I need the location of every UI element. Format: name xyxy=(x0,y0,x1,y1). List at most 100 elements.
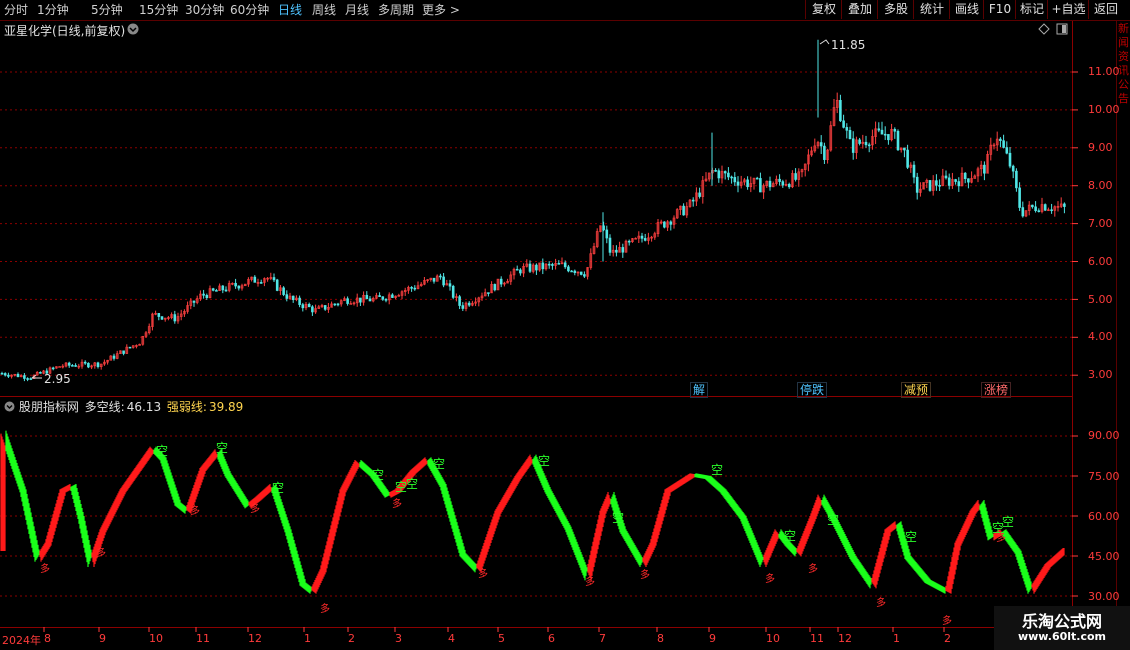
candle-body xyxy=(39,372,42,374)
candle-body xyxy=(307,303,311,308)
candle-body xyxy=(640,235,644,239)
candle-body xyxy=(880,129,884,135)
candle-body xyxy=(499,278,503,285)
kong-signal: 空 xyxy=(538,454,550,468)
duo-signal: 多 xyxy=(942,614,952,627)
candle-body xyxy=(755,177,759,180)
date-tick: 9 xyxy=(709,632,716,645)
candle-body xyxy=(272,277,276,281)
indicator-tick: 75.00 xyxy=(1088,470,1120,483)
candle-body xyxy=(727,172,730,178)
price-tick: 10.00 xyxy=(1088,103,1120,116)
candle-body xyxy=(234,282,237,287)
candle-body xyxy=(458,296,461,306)
candle-body xyxy=(698,192,701,197)
candle-body xyxy=(83,361,87,364)
duokong-value: 46.13 xyxy=(126,400,162,414)
duo-signal: 多 xyxy=(392,497,402,510)
candle-body xyxy=(746,179,749,188)
indicator-tick: 30.00 xyxy=(1088,590,1120,603)
kong-signal: 空 xyxy=(433,457,445,471)
candle-body xyxy=(1037,210,1041,212)
candle-body xyxy=(823,145,826,160)
candle-body xyxy=(157,313,161,317)
candle-body xyxy=(839,99,842,122)
event-marker-unlock[interactable]: 解 xyxy=(690,382,709,398)
event-marker-limit-down[interactable]: 停跌 xyxy=(797,382,828,398)
candle-body xyxy=(983,164,986,174)
candle-body xyxy=(448,283,452,287)
candle-body xyxy=(579,271,583,275)
min-price-label: 2.95 xyxy=(44,372,71,386)
candle-body xyxy=(1005,147,1009,154)
candle-body xyxy=(957,181,961,187)
candle-body xyxy=(858,139,861,144)
candle-body xyxy=(224,289,228,292)
candle-body xyxy=(432,277,436,282)
date-tick: 4 xyxy=(448,632,455,645)
candle-body xyxy=(519,269,522,274)
candle-body xyxy=(160,316,164,320)
candle-body xyxy=(944,175,948,179)
candle-body xyxy=(717,170,721,179)
candle-body xyxy=(608,237,612,253)
price-tick: 11.00 xyxy=(1088,65,1120,78)
candle-body xyxy=(74,365,77,367)
indicator-tick: 45.00 xyxy=(1088,550,1120,563)
candle-body xyxy=(896,130,900,151)
event-marker-top-list[interactable]: 涨榜 xyxy=(981,382,1012,398)
candle-body xyxy=(557,263,561,265)
candle-body xyxy=(1050,209,1053,212)
price-tick: 4.00 xyxy=(1088,330,1113,343)
candle-body xyxy=(359,297,362,303)
candle-body xyxy=(298,297,301,305)
candle-body xyxy=(547,263,551,266)
candle-body xyxy=(349,303,353,305)
duo-signal: 多 xyxy=(640,568,650,581)
candle-body xyxy=(0,373,4,375)
candle-body xyxy=(541,262,545,270)
candle-body xyxy=(528,263,532,272)
event-marker-reduction[interactable]: 减预 xyxy=(901,382,932,398)
candle-body xyxy=(487,292,490,294)
candle-body xyxy=(259,282,263,284)
date-tick: 11 xyxy=(196,632,210,645)
kong-signal: 空 xyxy=(827,513,839,527)
candle-body xyxy=(192,300,196,303)
duo-signal: 多 xyxy=(996,531,1006,544)
kong-signal: 空 xyxy=(784,529,796,543)
candle-body xyxy=(346,298,349,304)
candle-body xyxy=(205,294,209,298)
candle-body xyxy=(851,138,855,153)
kong-signal: 空 xyxy=(905,530,917,544)
candle-body xyxy=(794,173,797,180)
indicator-name[interactable]: 股朋指标网 xyxy=(19,400,79,414)
kong-signal: 空 xyxy=(272,481,284,495)
candle-body xyxy=(736,181,740,186)
date-tick: 3 xyxy=(395,632,402,645)
candle-body xyxy=(58,366,61,368)
candle-body xyxy=(333,303,337,306)
kong-signal: 空 xyxy=(612,511,624,525)
candle-body xyxy=(128,346,132,349)
candle-body xyxy=(122,350,125,354)
candle-body xyxy=(567,266,570,272)
candle-body xyxy=(1018,187,1021,208)
date-tick: 10 xyxy=(766,632,780,645)
candle-body xyxy=(1008,152,1012,167)
candle-body xyxy=(381,296,385,300)
date-tick: 1 xyxy=(304,632,311,645)
candle-body xyxy=(954,179,957,182)
candle-body xyxy=(733,177,737,183)
candle-body xyxy=(759,178,762,193)
max-price-label: 11.85 xyxy=(831,38,866,52)
duo-signal: 多 xyxy=(808,562,818,575)
price-tick: 7.00 xyxy=(1088,217,1113,230)
candle-body xyxy=(215,290,218,292)
side-panel-tab[interactable]: 新闻资讯公告 xyxy=(1118,22,1130,106)
candle-body xyxy=(1002,140,1005,148)
duo-signal: 多 xyxy=(250,502,260,515)
chevron-down-icon[interactable] xyxy=(4,401,15,412)
date-tick: 2 xyxy=(944,632,951,645)
watermark-url: www.60lt.com xyxy=(1017,630,1107,643)
